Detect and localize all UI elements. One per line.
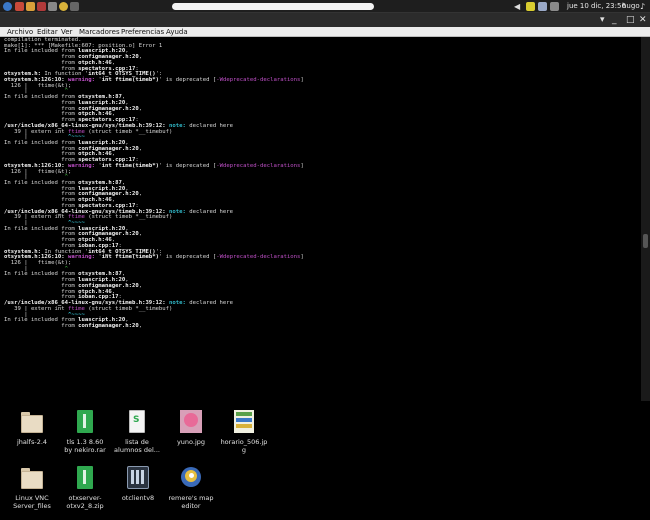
volume-icon[interactable]: ◀ (514, 2, 523, 11)
terminal-text-segment: (struct timeb *__timebuf) (84, 214, 173, 221)
spreadsheet-icon: S (126, 410, 148, 434)
terminal-text-segment: ] (300, 162, 304, 169)
terminal-text-segment: warning: (68, 77, 99, 84)
terminal-text-segment: warning: (68, 254, 99, 261)
settings-taskbar-icon[interactable] (70, 2, 79, 11)
image-thumbnail-icon (180, 410, 202, 434)
menu-ayuda[interactable]: Ayuda (166, 27, 188, 37)
display-icon[interactable] (550, 2, 559, 11)
menu-editar[interactable]: Editar (37, 27, 58, 37)
terminal-text-segment: ] (300, 77, 304, 84)
terminal-text-segment: , (138, 231, 143, 238)
desktop-icon-label: horario_506.jp g (220, 438, 268, 454)
app-launcher-icon[interactable] (3, 2, 12, 11)
files-taskbar-icon[interactable] (15, 2, 24, 11)
chrome-taskbar-icon[interactable] (59, 2, 68, 11)
folder-icon (21, 466, 43, 490)
terminal-text-segment: int ftime(timeb*) (101, 254, 159, 261)
menu-marcadores[interactable]: Marcadores (79, 27, 120, 37)
close-button[interactable]: ✕ (639, 14, 647, 26)
terminal-output[interactable]: compilation terminated. make[1]: *** [Mak… (0, 37, 641, 401)
window-menu-icon[interactable]: ▾ (600, 14, 605, 26)
scrollbar-thumb[interactable] (643, 234, 648, 248)
clock[interactable]: jue 10 dic, 23:56 (567, 0, 626, 13)
terminal-text-segment: -Wdeprecated-declarations (216, 254, 301, 261)
otclient-app-icon (127, 466, 149, 490)
desktop: jhalfs-2.4 tls 1.3 8.60 by nekiro.rar S … (0, 401, 650, 520)
active-window-title[interactable] (172, 3, 374, 10)
terminal-text-segment: declared here (189, 122, 234, 129)
mail-taskbar-icon[interactable] (48, 2, 57, 11)
minimize-button[interactable]: _ (612, 14, 617, 26)
desktop-icon-horario[interactable]: horario_506.jp g (209, 410, 279, 454)
terminal-text-segment: ' is deprecated [ (158, 162, 217, 169)
folder-icon (21, 410, 43, 434)
terminal-text-segment: -Wdeprecated-declarations (216, 162, 301, 169)
terminal-text-segment: , (138, 282, 143, 289)
terminal-text-segment: (struct timeb *__timebuf) (84, 305, 173, 312)
map-editor-app-icon (180, 466, 202, 490)
shield-taskbar-icon[interactable] (37, 2, 46, 11)
terminal-text-segment: declared here (189, 300, 234, 307)
terminal-text-segment: configmanager.h:20 (78, 322, 139, 329)
network-icon[interactable] (538, 2, 547, 11)
terminal-text-segment: , (138, 54, 143, 61)
terminal-text-segment: , (138, 191, 143, 198)
terminal-text-segment: warning: (68, 162, 99, 169)
terminal-text-segment: -Wdeprecated-declarations (216, 77, 301, 84)
terminal-text-segment: , (138, 322, 143, 329)
terminal-titlebar[interactable]: ▾ _ □ ✕ (0, 13, 650, 27)
user-menu[interactable]: hugo (622, 0, 640, 13)
terminal-text-segment: (struct timeb *__timebuf) (84, 128, 173, 135)
terminal-text-segment: int ftime(timeb*) (101, 162, 159, 169)
menu-archivo[interactable]: Archivo (7, 27, 33, 37)
notifications-bell-icon[interactable]: ♪ (640, 2, 645, 11)
clipboard-icon[interactable] (526, 2, 535, 11)
menu-preferencias[interactable]: Preferencias (121, 27, 164, 37)
desktop-icon-remeres-map-editor[interactable]: remere's map editor (156, 466, 226, 510)
desktop-icon-label: remere's map editor (168, 494, 214, 510)
terminal-text-segment: from (4, 322, 79, 329)
terminal-text-segment: ' is deprecated [ (158, 77, 217, 84)
archive-icon (74, 410, 96, 434)
terminal-text-segment: ] (300, 254, 304, 261)
terminal-text-segment: , (138, 145, 143, 152)
terminal-text-segment: ' is deprecated [ (158, 254, 217, 261)
terminal-scrollbar[interactable] (641, 37, 650, 401)
archive-icon (74, 466, 96, 490)
menu-bar: Archivo Editar Ver Marcadores Preferenci… (0, 27, 650, 37)
maximize-button[interactable]: □ (626, 14, 635, 26)
terminal-text-segment: , (138, 105, 143, 112)
image-thumbnail-icon (233, 410, 255, 434)
terminal-text-segment: declared here (189, 208, 234, 215)
terminal-text-segment: int ftime(timeb*) (101, 77, 159, 84)
menu-ver[interactable]: Ver (61, 27, 72, 37)
browser-taskbar-icon[interactable] (26, 2, 35, 11)
top-panel: ◀ jue 10 dic, 23:56 hugo ♪ (0, 0, 650, 13)
terminal-line: from configmanager.h:20, (4, 322, 641, 330)
